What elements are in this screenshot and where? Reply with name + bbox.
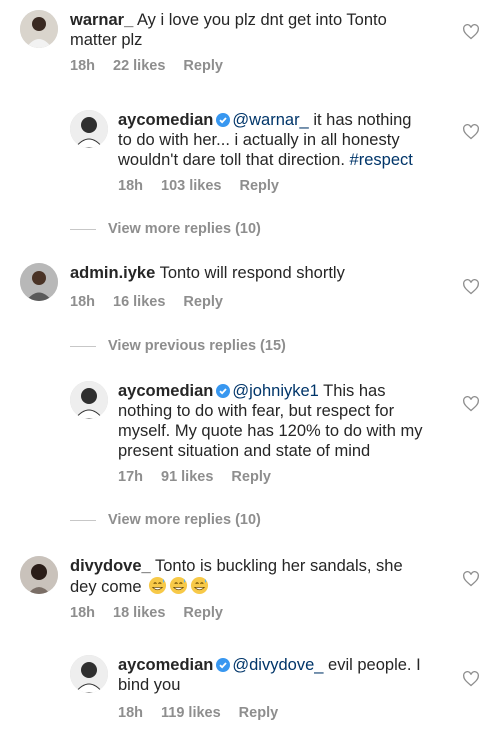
likes-count[interactable]: 91 likes	[161, 469, 213, 485]
comment-meta: 18h 103 likes Reply	[118, 178, 279, 194]
comment-meta: 18h 18 likes Reply	[70, 605, 223, 621]
reply-button[interactable]: Reply	[183, 605, 223, 621]
timestamp: 18h	[70, 58, 95, 74]
toggle-label: View more replies (10)	[108, 221, 261, 237]
username[interactable]: warnar_	[70, 11, 133, 29]
avatar[interactable]	[70, 655, 108, 693]
comment-meta: 18h 16 likes Reply	[70, 294, 223, 310]
comment-meta: 17h 91 likes Reply	[118, 469, 271, 485]
likes-count[interactable]: 22 likes	[113, 58, 165, 74]
username[interactable]: aycomedian	[118, 111, 213, 129]
comment-meta: 18h 119 likes Reply	[118, 705, 278, 721]
view-previous-replies-button[interactable]: View previous replies (15)	[70, 338, 286, 354]
comment-body: aycomedian @warnar_ it has nothing to do …	[118, 110, 413, 170]
divider	[70, 345, 96, 347]
reply-button[interactable]: Reply	[239, 705, 279, 721]
view-more-replies-button[interactable]: View more replies (10)	[70, 512, 261, 528]
reply-button[interactable]: Reply	[231, 469, 271, 485]
timestamp: 18h	[118, 705, 143, 721]
likes-count[interactable]: 119 likes	[161, 705, 221, 721]
avatar[interactable]	[20, 556, 58, 594]
grimacing-sweat-emoji	[191, 576, 209, 595]
reply-button[interactable]: Reply	[183, 58, 223, 74]
toggle-label: View more replies (10)	[108, 512, 261, 528]
comment-text: to do with her... i actually in all hone…	[118, 131, 400, 149]
timestamp: 18h	[70, 294, 95, 310]
comment-text: bind you	[118, 676, 181, 694]
timestamp: 18h	[118, 178, 143, 194]
username[interactable]: admin.iyke	[70, 264, 155, 282]
comment-body: aycomedian @divydove_ evil people. I bind…	[118, 655, 421, 695]
toggle-label: View previous replies (15)	[108, 338, 286, 354]
comment-text: nothing to do with fear, but respect for	[118, 402, 395, 420]
avatar[interactable]	[70, 381, 108, 419]
comment-text: Tonto is buckling her sandals, she	[150, 557, 403, 575]
heart-outline-icon[interactable]	[462, 24, 480, 40]
heart-outline-icon[interactable]	[462, 279, 480, 295]
reply-button[interactable]: Reply	[239, 178, 279, 194]
timestamp: 18h	[70, 605, 95, 621]
heart-outline-icon[interactable]	[462, 571, 480, 587]
reply-button[interactable]: Reply	[183, 294, 223, 310]
comment-text: Tonto will respond shortly	[155, 264, 345, 282]
comment-body: aycomedian @johniyke1 This has nothing to…	[118, 381, 422, 461]
username[interactable]: aycomedian	[118, 382, 213, 400]
comment-text: dey come	[70, 578, 142, 596]
likes-count[interactable]: 16 likes	[113, 294, 165, 310]
comment-text: wouldn't dare toll that direction.	[118, 151, 350, 169]
heart-outline-icon[interactable]	[462, 124, 480, 140]
divider	[70, 228, 96, 230]
comment-text: This has	[318, 382, 386, 400]
comment-text: evil people. I	[323, 656, 421, 674]
comment-body: warnar_ Ay i love you plz dnt get into T…	[70, 10, 387, 50]
avatar[interactable]	[70, 110, 108, 148]
avatar[interactable]	[20, 263, 58, 301]
likes-count[interactable]: 103 likes	[161, 178, 221, 194]
comment-text: matter plz	[70, 31, 143, 49]
mention-link[interactable]: @divydove_	[232, 656, 323, 674]
comment-meta: 18h 22 likes Reply	[70, 58, 223, 74]
username[interactable]: aycomedian	[118, 656, 213, 674]
username[interactable]: divydove_	[70, 557, 151, 575]
mention-link[interactable]: @johniyke1	[232, 382, 318, 400]
likes-count[interactable]: 18 likes	[113, 605, 165, 621]
verified-badge-icon	[216, 113, 231, 127]
heart-outline-icon[interactable]	[462, 671, 480, 687]
timestamp: 17h	[118, 469, 143, 485]
comment-text: present situation and state of mind	[118, 442, 371, 460]
view-more-replies-button[interactable]: View more replies (10)	[70, 221, 261, 237]
comment-text: myself. My quote has 120% to do with my	[118, 422, 423, 440]
comment-body: admin.iyke Tonto will respond shortly	[70, 263, 345, 283]
verified-badge-icon	[216, 658, 231, 672]
grimacing-sweat-emoji	[170, 576, 188, 595]
mention-link[interactable]: @warnar_	[232, 111, 308, 129]
avatar[interactable]	[20, 10, 58, 48]
comment-text: it has nothing	[308, 111, 412, 129]
comment-text: Ay i love you plz dnt get into Tonto	[133, 11, 387, 29]
divider	[70, 519, 96, 521]
heart-outline-icon[interactable]	[462, 396, 480, 412]
comment-body: divydove_ Tonto is buckling her sandals,…	[70, 556, 403, 597]
verified-badge-icon	[216, 384, 231, 398]
hashtag-link[interactable]: #respect	[350, 151, 413, 169]
grimacing-sweat-emoji	[149, 576, 167, 595]
